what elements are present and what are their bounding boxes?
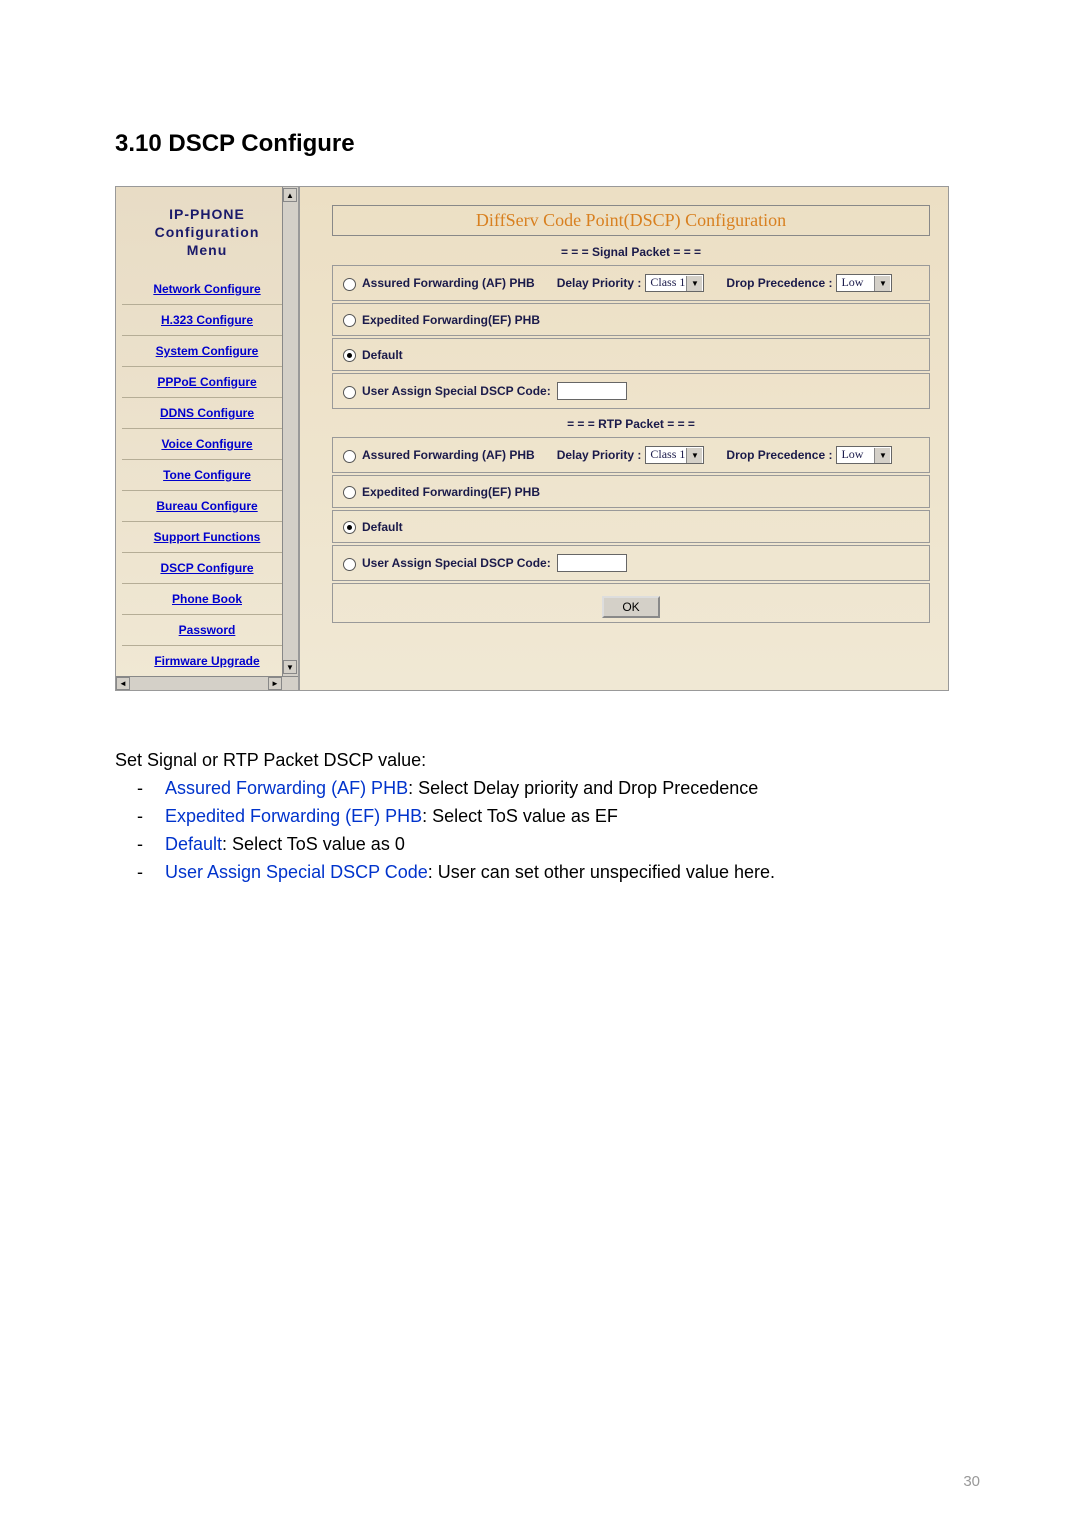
signal-default-option[interactable]: Default xyxy=(332,338,930,371)
sidebar-item-firmware-upgrade[interactable]: Firmware Upgrade xyxy=(122,646,292,677)
sidebar-item-password[interactable]: Password xyxy=(122,615,292,646)
rtp-delay-priority-select[interactable]: Class 1 xyxy=(645,446,704,464)
description-intro: Set Signal or RTP Packet DSCP value: xyxy=(115,747,980,775)
app-screenshot: IP-PHONE Configuration Menu Network Conf… xyxy=(115,186,949,691)
radio-icon[interactable] xyxy=(343,558,356,571)
rtp-drop-precedence-select[interactable]: Low xyxy=(836,446,892,464)
sidebar-item-tone-configure[interactable]: Tone Configure xyxy=(122,460,292,491)
signal-user-label: User Assign Special DSCP Code: xyxy=(362,384,551,398)
rtp-ef-label: Expedited Forwarding(EF) PHB xyxy=(362,485,540,499)
rtp-default-option[interactable]: Default xyxy=(332,510,930,543)
sidebar: IP-PHONE Configuration Menu Network Conf… xyxy=(116,187,300,690)
radio-icon[interactable] xyxy=(343,386,356,399)
scroll-right-icon[interactable]: ► xyxy=(268,677,282,690)
signal-ef-option[interactable]: Expedited Forwarding(EF) PHB xyxy=(332,303,930,336)
sidebar-item-network-configure[interactable]: Network Configure xyxy=(122,274,292,305)
description-item: Expedited Forwarding (EF) PHB: Select To… xyxy=(165,803,980,831)
scroll-left-icon[interactable]: ◄ xyxy=(116,677,130,690)
page-title: 3.10 DSCP Configure xyxy=(115,130,980,158)
rtp-delay-priority-label: Delay Priority : xyxy=(557,448,642,462)
scroll-down-icon[interactable]: ▼ xyxy=(283,660,297,674)
signal-user-dscp-input[interactable] xyxy=(557,382,627,400)
rtp-drop-precedence-label: Drop Precedence : xyxy=(726,448,832,462)
vertical-scrollbar[interactable]: ▲ ▼ xyxy=(282,187,298,690)
sidebar-item-ddns-configure[interactable]: DDNS Configure xyxy=(122,398,292,429)
sidebar-title: IP-PHONE Configuration Menu xyxy=(122,205,292,260)
rtp-af-label: Assured Forwarding (AF) PHB xyxy=(362,447,535,464)
rtp-af-option[interactable]: Assured Forwarding (AF) PHB Delay Priori… xyxy=(332,437,930,473)
signal-default-label: Default xyxy=(362,348,403,362)
main-panel: DiffServ Code Point(DSCP) Configuration … xyxy=(300,187,948,690)
rtp-user-option[interactable]: User Assign Special DSCP Code: xyxy=(332,545,930,581)
sidebar-item-support-functions[interactable]: Support Functions xyxy=(122,522,292,553)
description-block: Set Signal or RTP Packet DSCP value: Ass… xyxy=(115,747,980,886)
sidebar-item-dscp-configure[interactable]: DSCP Configure xyxy=(122,553,292,584)
radio-icon[interactable] xyxy=(343,521,356,534)
scroll-up-icon[interactable]: ▲ xyxy=(283,188,297,202)
sidebar-item-pppoe-configure[interactable]: PPPoE Configure xyxy=(122,367,292,398)
signal-delay-priority-label: Delay Priority : xyxy=(557,276,642,290)
radio-icon[interactable] xyxy=(343,450,356,463)
rtp-user-label: User Assign Special DSCP Code: xyxy=(362,556,551,570)
radio-icon[interactable] xyxy=(343,314,356,327)
signal-af-option[interactable]: Assured Forwarding (AF) PHB Delay Priori… xyxy=(332,265,930,301)
rtp-ef-option[interactable]: Expedited Forwarding(EF) PHB xyxy=(332,475,930,508)
signal-af-label: Assured Forwarding (AF) PHB xyxy=(362,275,535,292)
ok-row: OK xyxy=(332,583,930,623)
radio-icon[interactable] xyxy=(343,349,356,362)
radio-icon[interactable] xyxy=(343,278,356,291)
signal-drop-precedence-label: Drop Precedence : xyxy=(726,276,832,290)
description-item: Assured Forwarding (AF) PHB: Select Dela… xyxy=(165,775,980,803)
signal-packet-header: = = = Signal Packet = = = xyxy=(332,239,930,265)
rtp-user-dscp-input[interactable] xyxy=(557,554,627,572)
signal-drop-precedence-select[interactable]: Low xyxy=(836,274,892,292)
description-item: User Assign Special DSCP Code: User can … xyxy=(165,859,980,887)
main-title: DiffServ Code Point(DSCP) Configuration xyxy=(332,205,930,236)
description-item: Default: Select ToS value as 0 xyxy=(165,831,980,859)
signal-user-option[interactable]: User Assign Special DSCP Code: xyxy=(332,373,930,409)
sidebar-item-voice-configure[interactable]: Voice Configure xyxy=(122,429,292,460)
rtp-packet-header: = = = RTP Packet = = = xyxy=(332,411,930,437)
sidebar-item-h323-configure[interactable]: H.323 Configure xyxy=(122,305,292,336)
sidebar-item-system-configure[interactable]: System Configure xyxy=(122,336,292,367)
signal-delay-priority-select[interactable]: Class 1 xyxy=(645,274,704,292)
rtp-default-label: Default xyxy=(362,520,403,534)
page-number: 30 xyxy=(963,1473,980,1490)
radio-icon[interactable] xyxy=(343,486,356,499)
ok-button[interactable]: OK xyxy=(602,596,659,618)
signal-ef-label: Expedited Forwarding(EF) PHB xyxy=(362,313,540,327)
sidebar-item-bureau-configure[interactable]: Bureau Configure xyxy=(122,491,292,522)
horizontal-scrollbar[interactable]: ◄ ► xyxy=(116,676,298,690)
sidebar-item-phone-book[interactable]: Phone Book xyxy=(122,584,292,615)
